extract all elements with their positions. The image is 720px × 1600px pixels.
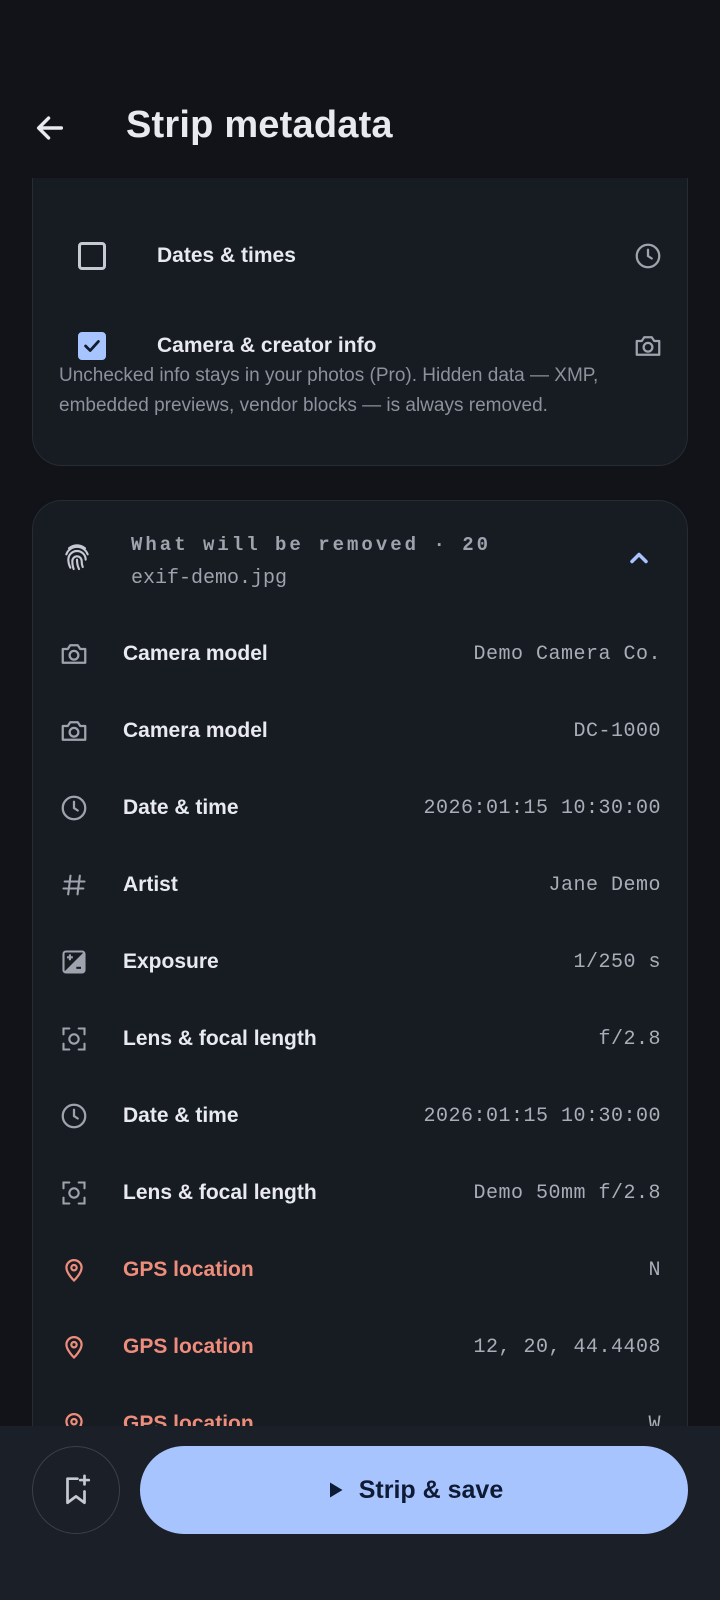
camera-icon <box>59 639 89 669</box>
metadata-label: Camera model <box>123 719 268 742</box>
metadata-row: Date & time 2026:01:15 10:30:00 <box>33 770 689 846</box>
clock-icon <box>59 793 89 823</box>
metadata-row: Camera model DC-1000 <box>33 693 689 769</box>
metadata-label: Date & time <box>123 1104 239 1127</box>
location-pin-icon <box>59 1332 89 1362</box>
metadata-value: Demo 50mm f/2.8 <box>473 1181 661 1205</box>
options-card: Dates & times Camera & creator info Unch… <box>32 178 688 466</box>
location-pin-icon <box>59 1255 89 1285</box>
lens-icon <box>59 1178 89 1208</box>
metadata-label: GPS location <box>123 1412 254 1426</box>
page-title: Strip metadata <box>126 104 393 146</box>
chevron-up-icon <box>630 552 648 564</box>
metadata-value: 2026:01:15 10:30:00 <box>423 796 661 820</box>
metadata-value: DC-1000 <box>573 719 661 743</box>
top-app-bar: Strip metadata <box>0 0 720 178</box>
metadata-row: Lens & focal length Demo 50mm f/2.8 <box>33 1155 689 1231</box>
metadata-label: Date & time <box>123 796 239 819</box>
metadata-row: Lens & focal length f/2.8 <box>33 1001 689 1077</box>
options-note: Unchecked info stays in your photos (Pro… <box>59 365 599 416</box>
play-icon <box>329 1482 343 1498</box>
option-label: Camera & creator info <box>157 334 377 357</box>
checkmark-icon <box>84 340 100 352</box>
removal-card: What will be removed · 20 exif-demo.jpg … <box>32 500 688 1426</box>
metadata-row: Date & time 2026:01:15 10:30:00 <box>33 1078 689 1154</box>
metadata-value: 12, 20, 44.4408 <box>473 1335 661 1359</box>
metadata-label: GPS location <box>123 1335 254 1358</box>
clock-icon <box>635 243 661 269</box>
metadata-label: Exposure <box>123 950 219 973</box>
metadata-row-gps: GPS location N <box>33 1232 689 1308</box>
hash-icon <box>59 870 89 900</box>
strip-save-label: Strip & save <box>358 1475 504 1504</box>
arrow-left-icon <box>36 116 64 140</box>
metadata-label: Lens & focal length <box>123 1027 317 1050</box>
strip-save-button[interactable]: Strip & save <box>140 1446 688 1534</box>
removal-title: What will be removed · 20 <box>131 534 492 556</box>
metadata-value: W <box>648 1412 661 1427</box>
camera-creator-checkbox[interactable] <box>78 332 106 360</box>
location-pin-icon <box>59 1409 89 1426</box>
bottom-action-bar: Strip & save <box>0 1426 720 1600</box>
camera-icon <box>59 716 89 746</box>
bookmark-add-button[interactable] <box>32 1446 120 1534</box>
metadata-row-gps: GPS location W <box>33 1386 689 1426</box>
metadata-label: Lens & focal length <box>123 1181 317 1204</box>
metadata-row: Camera model Demo Camera Co. <box>33 616 689 692</box>
fingerprint-icon <box>65 544 89 571</box>
metadata-value: f/2.8 <box>598 1027 661 1051</box>
collapse-button[interactable] <box>621 543 657 573</box>
metadata-label: Camera model <box>123 642 268 665</box>
back-button[interactable] <box>28 106 72 150</box>
content-scroll[interactable]: Dates & times Camera & creator info Unch… <box>0 178 720 1426</box>
dates-times-checkbox[interactable] <box>78 242 106 270</box>
metadata-value: N <box>648 1258 661 1282</box>
metadata-label: GPS location <box>123 1258 254 1281</box>
option-label: Dates & times <box>157 244 296 267</box>
clock-icon <box>59 1101 89 1131</box>
metadata-row: Exposure 1/250 s <box>33 924 689 1000</box>
metadata-value: Demo Camera Co. <box>473 642 661 666</box>
metadata-row-gps: GPS location 12, 20, 44.4408 <box>33 1309 689 1385</box>
lens-icon <box>59 1024 89 1054</box>
camera-icon <box>635 336 661 356</box>
metadata-value: 2026:01:15 10:30:00 <box>423 1104 661 1128</box>
exposure-icon <box>59 947 89 977</box>
bookmark-add-icon <box>66 1474 91 1505</box>
option-dates-times[interactable]: Dates & times <box>33 221 689 291</box>
metadata-value: 1/250 s <box>573 950 661 974</box>
metadata-label: Artist <box>123 873 178 896</box>
removal-filename: exif-demo.jpg <box>131 567 288 590</box>
metadata-row: Artist Jane Demo <box>33 847 689 923</box>
metadata-value: Jane Demo <box>548 873 661 897</box>
